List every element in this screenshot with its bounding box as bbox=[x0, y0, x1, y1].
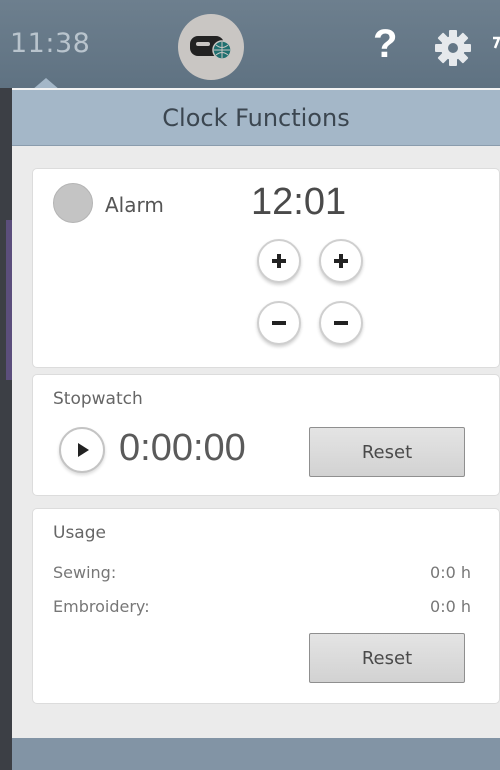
minus-icon bbox=[334, 321, 348, 325]
usage-row-value: 0:0 h bbox=[430, 563, 471, 582]
alarm-minute-decrease-button[interactable] bbox=[319, 301, 363, 345]
plus-icon bbox=[334, 254, 348, 268]
usage-label: Usage bbox=[53, 523, 106, 543]
minus-icon bbox=[272, 321, 286, 325]
alarm-hour-increase-button[interactable] bbox=[257, 239, 301, 283]
sewing-machine-button[interactable] bbox=[178, 14, 244, 80]
stopwatch-label: Stopwatch bbox=[53, 389, 143, 409]
alarm-label: Alarm bbox=[105, 193, 164, 217]
sewing-machine-icon bbox=[190, 36, 232, 60]
alarm-hour-decrease-button[interactable] bbox=[257, 301, 301, 345]
alarm-minute-increase-button[interactable] bbox=[319, 239, 363, 283]
help-icon[interactable]: ? bbox=[373, 24, 397, 64]
alarm-time: 12:01 bbox=[251, 181, 347, 223]
plus-icon bbox=[272, 254, 286, 268]
usage-row-sewing: Sewing: 0:0 h bbox=[53, 563, 471, 582]
stopwatch-reset-button[interactable]: Reset bbox=[309, 427, 465, 477]
stopwatch-time: 0:00:00 bbox=[119, 427, 246, 469]
stopwatch-card: Stopwatch 0:00:00 Reset bbox=[32, 374, 500, 496]
status-bar: 11:38 ? bbox=[0, 0, 500, 90]
panel-footer bbox=[12, 738, 500, 770]
clock-functions-panel: Clock Functions Alarm 12:01 Stopwatch 0:… bbox=[12, 88, 500, 770]
usage-row-value: 0:0 h bbox=[430, 597, 471, 616]
usage-reset-button[interactable]: Reset bbox=[309, 633, 465, 683]
usage-card: Usage Sewing: 0:0 h Embroidery: 0:0 h Re… bbox=[32, 508, 500, 704]
status-clock[interactable]: 11:38 bbox=[10, 28, 90, 59]
alarm-toggle[interactable] bbox=[53, 183, 93, 223]
panel-title: Clock Functions bbox=[12, 90, 500, 146]
usage-row-name: Sewing: bbox=[53, 563, 117, 582]
gear-icon[interactable] bbox=[433, 28, 473, 68]
overflow-menu-icon[interactable] bbox=[492, 34, 500, 60]
stopwatch-play-button[interactable] bbox=[59, 427, 105, 473]
usage-row-embroidery: Embroidery: 0:0 h bbox=[53, 597, 471, 616]
usage-row-name: Embroidery: bbox=[53, 597, 150, 616]
background-edge bbox=[0, 88, 12, 770]
alarm-card: Alarm 12:01 bbox=[32, 168, 500, 368]
play-icon bbox=[78, 443, 89, 457]
